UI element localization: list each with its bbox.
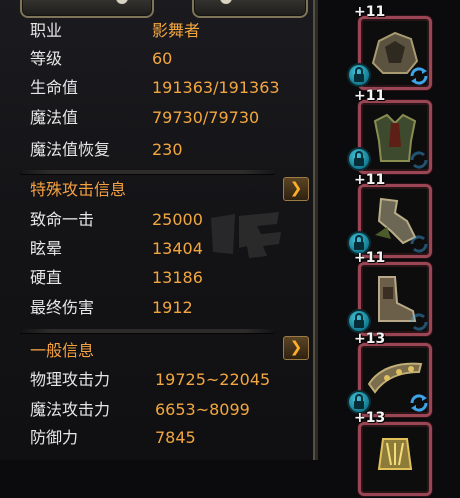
stat-label: 职业 (30, 21, 63, 40)
stat-value: 7845 (155, 428, 196, 447)
stat-label: 最终伤害 (30, 298, 95, 317)
enhance-level: +13 (354, 410, 386, 426)
lock-icon[interactable] (347, 63, 371, 87)
lock-icon[interactable] (347, 309, 371, 333)
watermark-logo (205, 208, 285, 260)
equipment-slot[interactable]: +11 (320, 172, 460, 260)
character-info-panel: 职业 影舞者 等级 60 生命值 191363/191363 魔法值 79730… (0, 0, 318, 460)
enhance-level: +11 (354, 172, 386, 188)
tab-left[interactable] (20, 0, 154, 18)
stat-label: 致命一击 (30, 210, 95, 229)
stat-value: 影舞者 (152, 21, 201, 40)
stat-value: 79730/79730 (152, 108, 260, 127)
item-frame (358, 422, 432, 496)
special-attack-title: 特殊攻击信息 (30, 180, 127, 199)
enhance-level: +11 (354, 250, 386, 266)
equipment-slot[interactable]: +11 (320, 4, 460, 92)
equipment-slot[interactable]: +11 (320, 88, 460, 176)
enhance-level: +11 (354, 88, 386, 104)
tab-indicator (220, 0, 232, 4)
stat-label: 物理攻击力 (30, 370, 111, 389)
lock-icon[interactable] (347, 147, 371, 171)
tab-indicator (116, 0, 128, 4)
stat-label: 生命值 (30, 78, 79, 97)
section-divider (20, 329, 275, 333)
stat-label: 魔法值恢复 (30, 140, 111, 159)
refresh-icon[interactable] (408, 234, 430, 254)
stat-value: 13404 (152, 239, 203, 258)
section-divider (20, 170, 275, 174)
equipment-slot[interactable]: +13 (320, 331, 460, 419)
stat-label: 防御力 (30, 428, 79, 447)
enhance-level: +11 (354, 4, 386, 20)
bracer-icon (377, 438, 413, 470)
stat-value: 25000 (152, 210, 203, 229)
stat-label: 眩晕 (30, 239, 63, 258)
equipment-slot[interactable]: +11 (320, 250, 460, 338)
refresh-icon[interactable] (408, 150, 430, 170)
stat-label: 硬直 (30, 268, 63, 287)
general-info-title: 一般信息 (30, 341, 95, 360)
stat-value: 6653~8099 (155, 400, 250, 419)
tab-right[interactable] (192, 0, 308, 18)
stat-value: 19725~22045 (155, 370, 271, 389)
enhance-level: +13 (354, 331, 386, 347)
stat-value: 191363/191363 (152, 78, 280, 97)
panel-tabs (0, 0, 315, 18)
stat-value: 230 (152, 140, 183, 159)
refresh-icon[interactable] (408, 393, 430, 413)
stat-value: 1912 (152, 298, 193, 317)
stat-label: 魔法值 (30, 108, 79, 127)
stat-value: 60 (152, 49, 173, 68)
stat-value: 13186 (152, 268, 203, 287)
refresh-icon[interactable] (408, 66, 430, 86)
equipment-slot[interactable]: +13 (320, 410, 460, 498)
stat-label: 等级 (30, 49, 63, 68)
special-attack-expand-button[interactable]: ❯ (283, 177, 309, 201)
stat-label: 魔法攻击力 (30, 400, 111, 419)
general-info-expand-button[interactable]: ❯ (283, 336, 309, 360)
equipment-column: +11 +11 +11 +11 +13 +13 (320, 0, 460, 496)
refresh-icon[interactable] (408, 312, 430, 332)
